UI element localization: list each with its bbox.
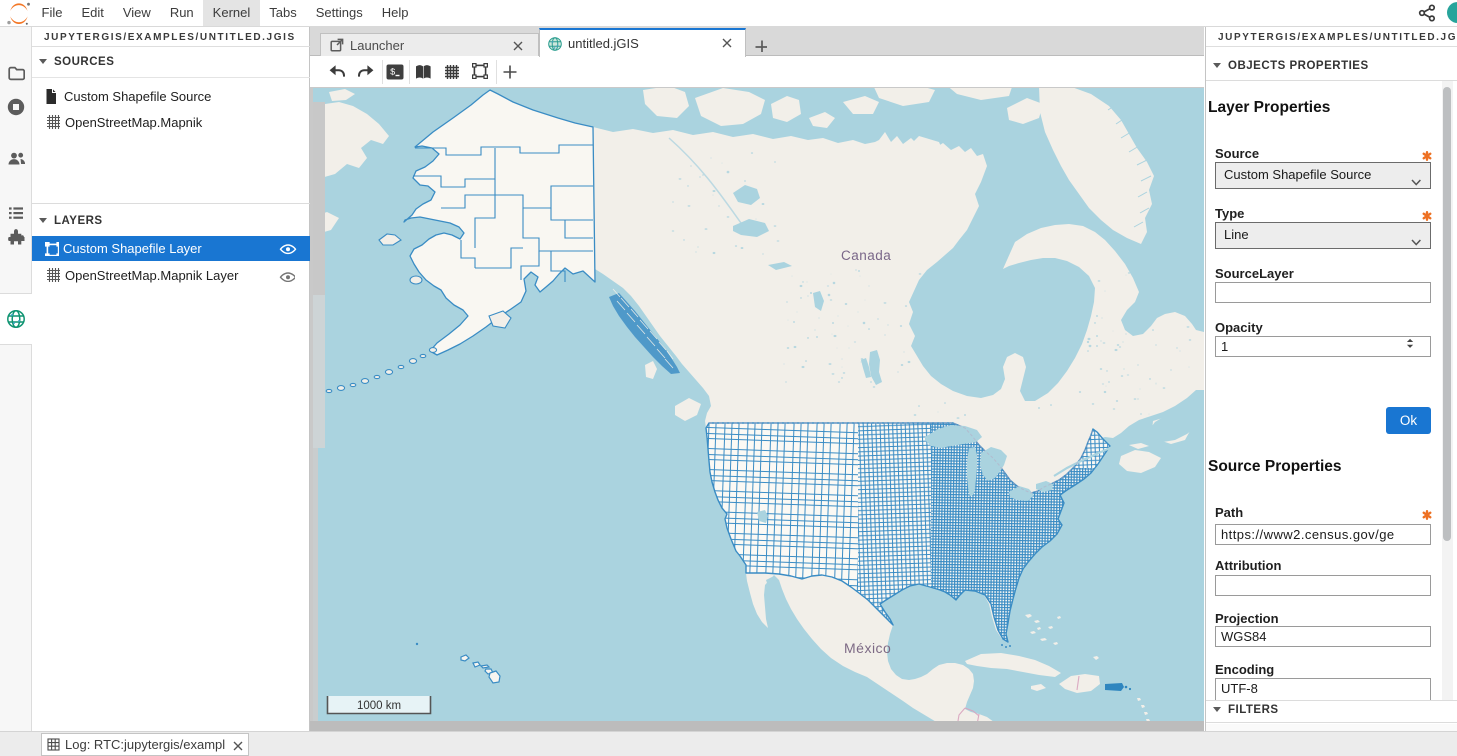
svg-text:Canada: Canada <box>841 248 891 263</box>
svg-text:$: $ <box>390 68 396 78</box>
svg-text:México: México <box>844 640 891 656</box>
svg-text:1000 km: 1000 km <box>357 700 401 712</box>
